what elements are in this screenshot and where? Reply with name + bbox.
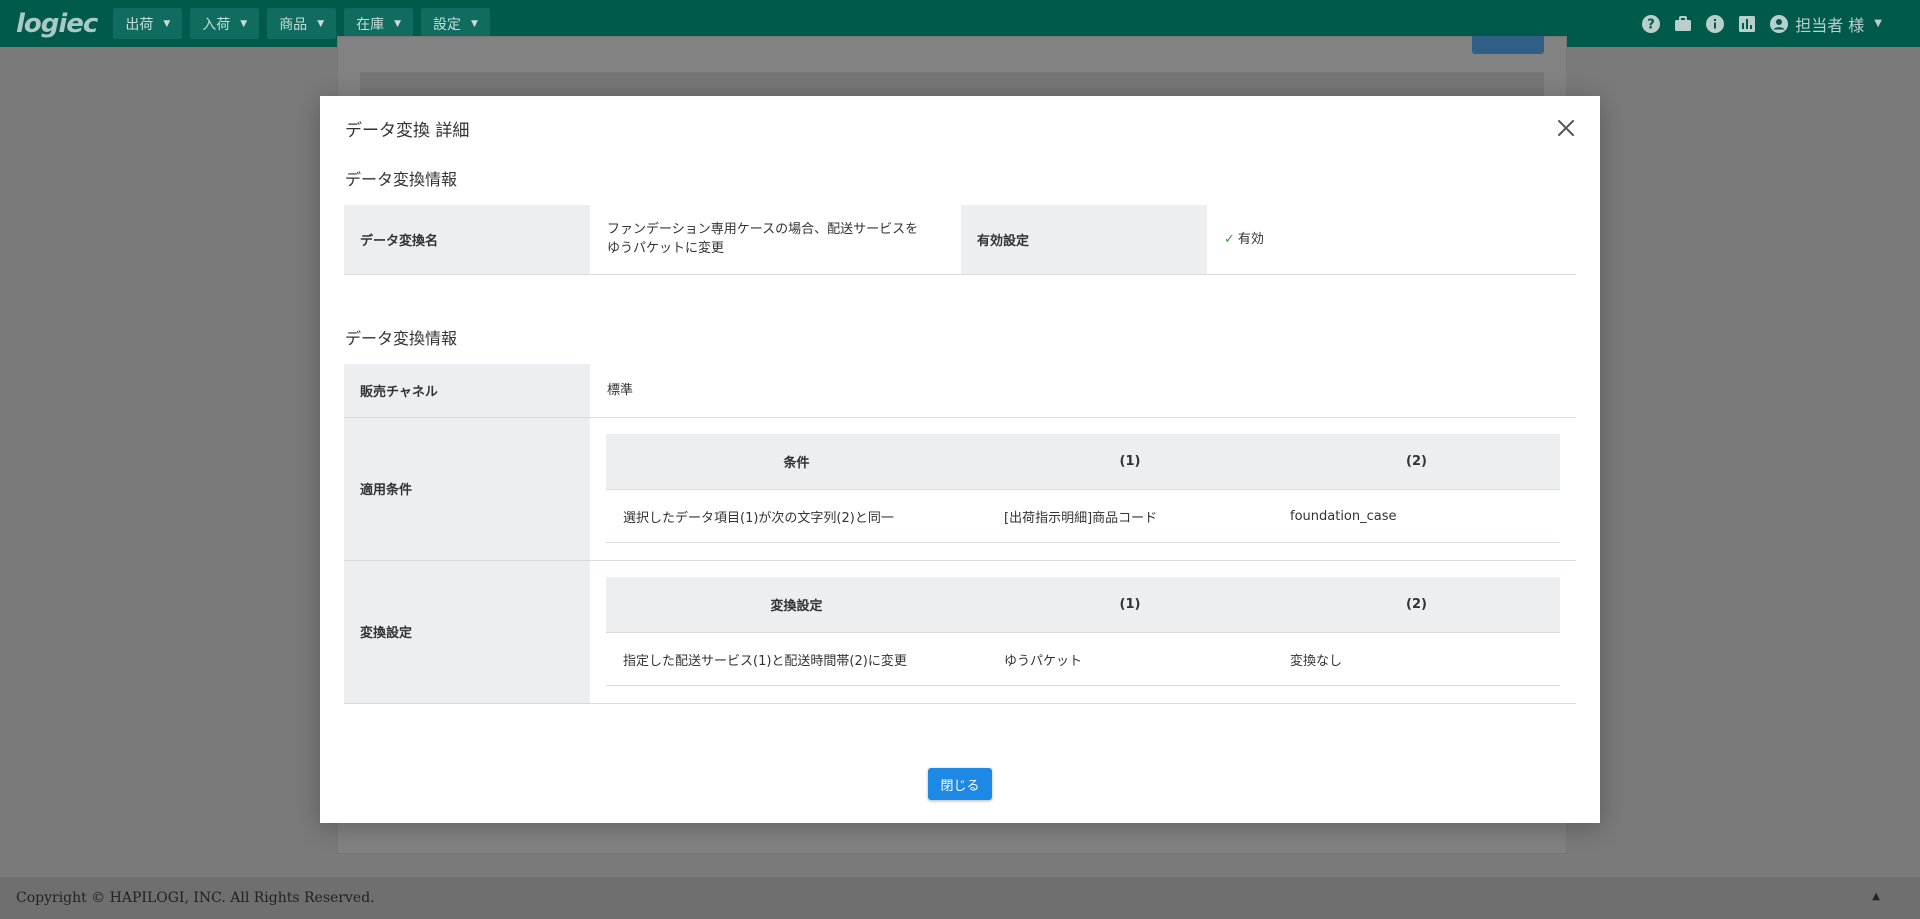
apply-condition-cell: 条件 (1) (2) 選択したデータ項目(1)が次の文字列(2)と同一 [出荷指… bbox=[590, 417, 1576, 561]
svg-text:?: ? bbox=[1647, 17, 1655, 32]
apply-condition-label: 適用条件 bbox=[344, 417, 590, 561]
nav-inventory[interactable]: 在庫 ▼ bbox=[344, 8, 414, 39]
condition-cell-1: [出荷指示明細]商品コード bbox=[987, 489, 1273, 544]
info-icon[interactable] bbox=[1705, 14, 1725, 34]
section-title-details: データ変換情報 bbox=[345, 329, 458, 348]
condition-cell-2: foundation_case bbox=[1273, 489, 1560, 544]
help-icon[interactable]: ? bbox=[1641, 14, 1661, 34]
caret-down-icon: ▼ bbox=[317, 18, 325, 29]
nav-receiving[interactable]: 入荷 ▼ bbox=[190, 8, 260, 39]
data-conversion-detail-modal: データ変換 詳細 データ変換情報 データ変換名 ファンデーション専用ケースの場合… bbox=[320, 96, 1600, 823]
conversion-info-table: データ変換名 ファンデーション専用ケースの場合、配送サービスを ゆうパケットに変… bbox=[344, 205, 1576, 275]
condition-table: 条件 (1) (2) 選択したデータ項目(1)が次の文字列(2)と同一 [出荷指… bbox=[606, 433, 1560, 544]
condition-cell-condition: 選択したデータ項目(1)が次の文字列(2)と同一 bbox=[606, 489, 987, 544]
nav-shipping-label: 出荷 bbox=[125, 16, 154, 33]
nav-settings[interactable]: 設定 ▼ bbox=[421, 8, 490, 39]
caret-down-icon: ▼ bbox=[394, 18, 402, 29]
conversion-detail-table: 販売チャネル 標準 適用条件 条件 (1) (2) 選択したデータ項目(1)が次… bbox=[344, 364, 1576, 704]
section-title-info: データ変換情報 bbox=[345, 170, 458, 189]
conversion-name-value: ファンデーション専用ケースの場合、配送サービスを ゆうパケットに変更 bbox=[590, 205, 961, 275]
caret-down-icon[interactable]: ▼ bbox=[1874, 18, 1882, 29]
enabled-setting-value: ✓ 有効 bbox=[1207, 205, 1576, 275]
sales-channel-value: 標準 bbox=[590, 364, 1576, 418]
scroll-top-icon[interactable]: ▲ bbox=[1872, 891, 1880, 902]
header-actions: ? 担当者 様 ▼ bbox=[1629, 0, 1882, 47]
conversion-setting-label: 変換設定 bbox=[344, 560, 590, 704]
conversion-header-setting: 変換設定 bbox=[606, 576, 987, 634]
caret-down-icon: ▼ bbox=[163, 18, 171, 29]
conversion-cell-setting: 指定した配送サービス(1)と配送時間帯(2)に変更 bbox=[606, 632, 987, 687]
condition-header-2: (2) bbox=[1273, 433, 1560, 491]
table-row: 選択したデータ項目(1)が次の文字列(2)と同一 [出荷指示明細]商品コード f… bbox=[606, 489, 1560, 544]
table-row: 指定した配送サービス(1)と配送時間帯(2)に変更 ゆうパケット 変換なし bbox=[606, 632, 1560, 687]
nav-products-label: 商品 bbox=[279, 16, 308, 33]
user-name[interactable]: 担当者 様 bbox=[1795, 12, 1864, 36]
check-icon: ✓ bbox=[1224, 231, 1235, 247]
copyright-text: Copyright © HAPILOGI, INC. All Rights Re… bbox=[16, 890, 375, 906]
conversion-cell-2: 変換なし bbox=[1273, 632, 1560, 687]
caret-down-icon: ▼ bbox=[471, 18, 478, 29]
conversion-header-2: (2) bbox=[1273, 576, 1560, 634]
conversion-table: 変換設定 (1) (2) 指定した配送サービス(1)と配送時間帯(2)に変更 ゆ… bbox=[606, 576, 1560, 687]
modal-title: データ変換 詳細 bbox=[345, 121, 470, 141]
main-nav: 出荷 ▼ 入荷 ▼ 商品 ▼ 在庫 ▼ 設定 ▼ bbox=[113, 8, 498, 39]
chart-icon[interactable] bbox=[1737, 14, 1757, 34]
caret-down-icon: ▼ bbox=[240, 18, 248, 29]
close-button[interactable]: 閉じる bbox=[928, 768, 992, 800]
conversion-setting-cell: 変換設定 (1) (2) 指定した配送サービス(1)と配送時間帯(2)に変更 ゆ… bbox=[590, 560, 1576, 704]
page-footer: Copyright © HAPILOGI, INC. All Rights Re… bbox=[0, 877, 1920, 919]
condition-header-condition: 条件 bbox=[606, 433, 987, 491]
sales-channel-label: 販売チャネル bbox=[344, 364, 590, 418]
nav-shipping[interactable]: 出荷 ▼ bbox=[113, 8, 183, 39]
close-icon[interactable] bbox=[1554, 116, 1578, 140]
enabled-status-text: 有効 bbox=[1237, 231, 1264, 247]
background-action-button bbox=[1472, 36, 1544, 54]
nav-inventory-label: 在庫 bbox=[356, 16, 385, 33]
account-icon[interactable] bbox=[1769, 14, 1789, 34]
enabled-setting-label: 有効設定 bbox=[961, 205, 1207, 275]
logo[interactable]: logiec bbox=[16, 9, 98, 39]
conversion-name-label: データ変換名 bbox=[344, 205, 590, 275]
nav-products[interactable]: 商品 ▼ bbox=[267, 8, 337, 39]
nav-settings-label: 設定 bbox=[433, 16, 462, 33]
conversion-header-1: (1) bbox=[987, 576, 1273, 634]
conversion-cell-1: ゆうパケット bbox=[987, 632, 1273, 687]
briefcase-icon[interactable] bbox=[1673, 14, 1693, 34]
nav-receiving-label: 入荷 bbox=[202, 16, 231, 33]
condition-header-1: (1) bbox=[987, 433, 1273, 491]
